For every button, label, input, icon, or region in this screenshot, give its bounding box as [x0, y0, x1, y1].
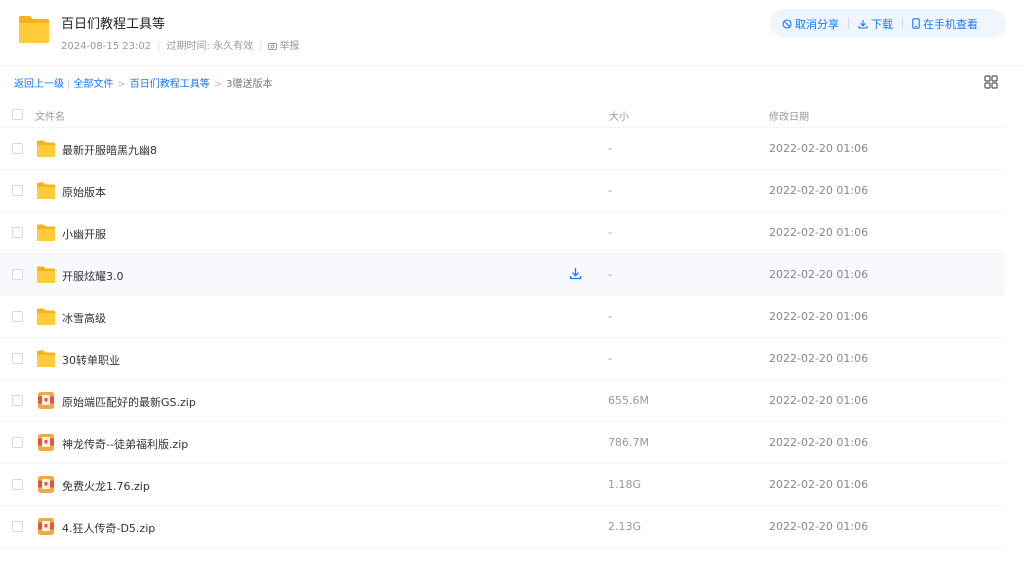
row-download-icon[interactable]: [569, 267, 582, 280]
table-row[interactable]: 4.狂人传奇-D5.zip 2.13G 2022-02-20 01:06: [0, 506, 1004, 548]
table-row[interactable]: 原始端匹配好的最新GS.zip 655.6M 2022-02-20 01:06: [0, 380, 1004, 422]
file-modified: 2022-02-20 01:06: [769, 394, 869, 407]
row-checkbox[interactable]: [12, 311, 23, 322]
download-button[interactable]: 下载: [858, 16, 893, 32]
ban-icon: [782, 18, 792, 29]
file-size: -: [608, 142, 612, 155]
file-name[interactable]: 神龙传奇--徒弟福利版.zip: [62, 436, 188, 452]
grid-view-icon[interactable]: [984, 75, 998, 89]
folder-icon: [37, 308, 55, 325]
folder-icon: [37, 140, 55, 157]
row-checkbox[interactable]: [12, 479, 23, 490]
table-row[interactable]: 最新开服暗黑九幽8 - 2022-02-20 01:06: [0, 128, 1004, 170]
row-checkbox[interactable]: [12, 521, 23, 532]
cancel-share-button[interactable]: 取消分享: [782, 16, 839, 32]
share-meta: 2024-08-15 23:02 | 过期时间: 永久有效 | 举报: [61, 37, 299, 52]
view-on-phone-label: 在手机查看: [923, 17, 978, 31]
row-checkbox[interactable]: [12, 269, 23, 280]
table-row[interactable]: 冰雪高级 - 2022-02-20 01:06: [0, 296, 1004, 338]
folder-icon: [37, 266, 55, 283]
row-checkbox[interactable]: [12, 185, 23, 196]
phone-icon: [912, 18, 920, 29]
download-label: 下载: [871, 17, 893, 31]
file-modified: 2022-02-20 01:06: [769, 520, 869, 533]
file-name[interactable]: 4.狂人传奇-D5.zip: [62, 520, 155, 536]
file-modified: 2022-02-20 01:06: [769, 268, 869, 281]
zip-file-icon: [38, 476, 54, 493]
breadcrumb-back[interactable]: 返回上一级: [14, 75, 64, 90]
column-name[interactable]: 文件名: [35, 108, 65, 123]
file-name[interactable]: 原始端匹配好的最新GS.zip: [62, 394, 196, 410]
file-list: 最新开服暗黑九幽8 - 2022-02-20 01:06 原始版本 - 2022…: [0, 128, 1004, 548]
camera-icon: [268, 43, 278, 50]
view-on-phone-button[interactable]: 在手机查看: [912, 16, 978, 32]
file-size: 1.18G: [608, 478, 642, 491]
share-expiry: 过期时间: 永久有效: [166, 41, 254, 52]
file-modified: 2022-02-20 01:06: [769, 478, 869, 491]
row-checkbox[interactable]: [12, 143, 23, 154]
share-date: 2024-08-15 23:02: [61, 41, 152, 52]
file-modified: 2022-02-20 01:06: [769, 142, 869, 155]
row-checkbox[interactable]: [12, 437, 23, 448]
breadcrumb: 返回上一级 | 全部文件 > 百日们教程工具等 >3赠送版本: [14, 75, 273, 90]
table-row[interactable]: 30转单职业 - 2022-02-20 01:06: [0, 338, 1004, 380]
file-size: -: [608, 268, 612, 281]
share-actions: 取消分享 下载 在手机查看: [770, 9, 1006, 38]
file-size: -: [608, 184, 612, 197]
folder-icon: [19, 16, 49, 43]
action-divider: [848, 18, 849, 29]
file-size: 655.6M: [608, 394, 649, 407]
folder-icon: [37, 182, 55, 199]
file-modified: 2022-02-20 01:06: [769, 184, 869, 197]
file-name[interactable]: 免费火龙1.76.zip: [62, 478, 150, 494]
file-size: 786.7M: [608, 436, 649, 449]
share-page: 百日们教程工具等 2024-08-15 23:02 | 过期时间: 永久有效 | 举报 …: [0, 0, 1024, 576]
folder-icon: [37, 350, 55, 367]
folder-icon: [37, 224, 55, 241]
file-modified: 2022-02-20 01:06: [769, 436, 869, 449]
zip-file-icon: [38, 518, 54, 535]
row-checkbox[interactable]: [12, 395, 23, 406]
file-modified: 2022-02-20 01:06: [769, 226, 869, 239]
share-title: 百日们教程工具等: [61, 17, 166, 32]
breadcrumb-current: 3赠送版本: [226, 79, 273, 90]
row-checkbox[interactable]: [12, 227, 23, 238]
column-size[interactable]: 大小: [609, 108, 629, 123]
breadcrumb-folder[interactable]: 百日们教程工具等: [130, 75, 210, 90]
report-link[interactable]: 举报: [268, 37, 299, 52]
file-modified: 2022-02-20 01:06: [769, 310, 869, 323]
action-divider: [902, 18, 903, 29]
file-name[interactable]: 30转单职业: [62, 352, 120, 368]
table-row[interactable]: 原始版本 - 2022-02-20 01:06: [0, 170, 1004, 212]
column-modified[interactable]: 修改日期: [769, 108, 809, 123]
zip-file-icon: [38, 392, 54, 409]
file-size: -: [608, 226, 612, 239]
file-size: -: [608, 310, 612, 323]
file-name[interactable]: 原始版本: [62, 184, 106, 200]
file-size: 2.13G: [608, 520, 642, 533]
file-modified: 2022-02-20 01:06: [769, 352, 869, 365]
zip-file-icon: [38, 434, 54, 451]
breadcrumb-all-files[interactable]: 全部文件: [73, 75, 113, 90]
select-all-checkbox[interactable]: [12, 109, 23, 120]
table-row[interactable]: 小幽开服 - 2022-02-20 01:06: [0, 212, 1004, 254]
report-label: 举报: [279, 41, 300, 52]
table-row[interactable]: 神龙传奇--徒弟福利版.zip 786.7M 2022-02-20 01:06: [0, 422, 1004, 464]
file-name[interactable]: 冰雪高级: [62, 310, 106, 326]
cancel-share-label: 取消分享: [795, 17, 839, 31]
share-header: 百日们教程工具等 2024-08-15 23:02 | 过期时间: 永久有效 | 举报 …: [0, 0, 1024, 66]
file-name[interactable]: 开服炫耀3.0: [62, 268, 124, 284]
table-header: 文件名 大小 修改日期: [0, 100, 1004, 128]
file-name[interactable]: 最新开服暗黑九幽8: [62, 142, 157, 158]
table-row[interactable]: 免费火龙1.76.zip 1.18G 2022-02-20 01:06: [0, 464, 1004, 506]
row-checkbox[interactable]: [12, 353, 23, 364]
file-size: -: [608, 352, 612, 365]
table-row[interactable]: 开服炫耀3.0 - 2022-02-20 01:06: [0, 254, 1004, 296]
file-name[interactable]: 小幽开服: [62, 226, 106, 242]
download-icon: [858, 19, 868, 29]
